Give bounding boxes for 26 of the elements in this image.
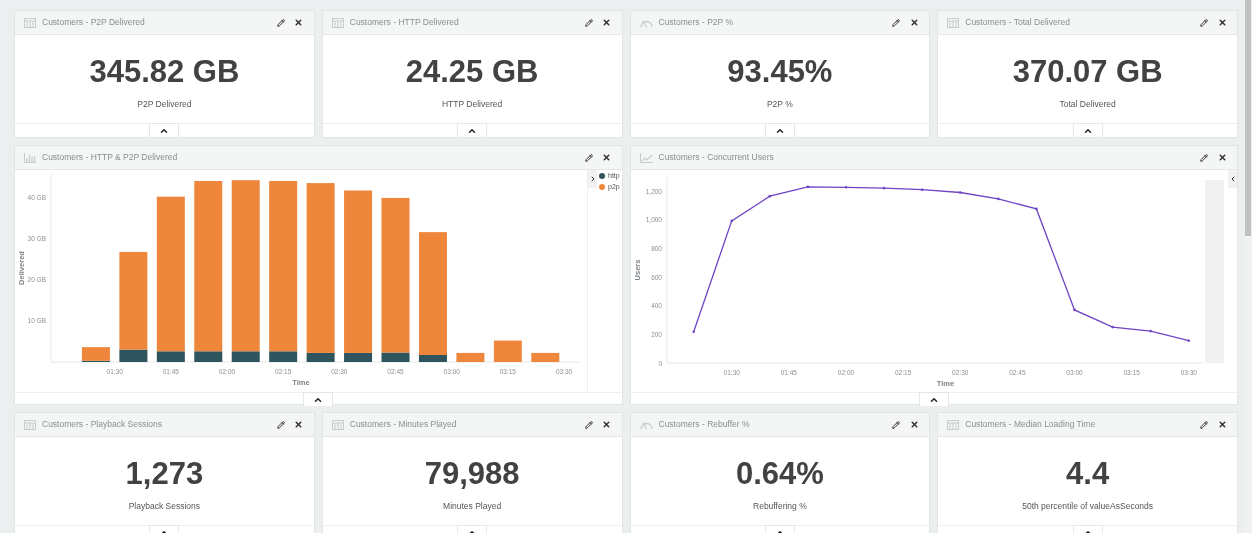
- metric-value: 79,988: [424, 457, 520, 491]
- panel-title: Customers - Total Delivered: [965, 16, 1071, 29]
- metric-value: 4.4: [1066, 457, 1110, 491]
- metric-label: P2P %: [766, 98, 793, 111]
- panel-title: Customers - Minutes Played: [349, 418, 458, 431]
- panel-title: Customers - Rebuffer %: [658, 418, 751, 431]
- metric-label: Playback Sessions: [128, 500, 201, 513]
- metric-label: Total Delivered: [1059, 98, 1116, 111]
- metric-value: 93.45%: [727, 55, 833, 89]
- panel-title: Customers - P2P Delivered: [42, 16, 146, 29]
- panel-title: Customers - P2P %: [658, 16, 734, 29]
- metric-label: HTTP Delivered: [441, 98, 503, 111]
- panel-title: Customers - Concurrent Users: [658, 151, 775, 164]
- panel-title: Customers - HTTP Delivered: [349, 16, 460, 29]
- metric-value: 0.64%: [735, 457, 824, 491]
- metric-value: 370.07 GB: [1012, 55, 1163, 89]
- panel-title: Customers - HTTP & P2P Delivered: [42, 151, 179, 164]
- metric-value: 345.82 GB: [89, 55, 240, 89]
- metric-value: 1,273: [125, 457, 204, 491]
- panel-title: Customers - Playback Sessions: [42, 418, 163, 431]
- metric-label: Minutes Played: [443, 500, 502, 513]
- metric-label: 50th percentile of valueAsSeconds: [1022, 500, 1154, 513]
- metric-label: Rebuffering %: [753, 500, 807, 513]
- panel-title: Customers - Median Loading Time: [965, 418, 1097, 431]
- metric-value: 24.25 GB: [405, 55, 539, 89]
- metric-label: P2P Delivered: [137, 98, 192, 111]
